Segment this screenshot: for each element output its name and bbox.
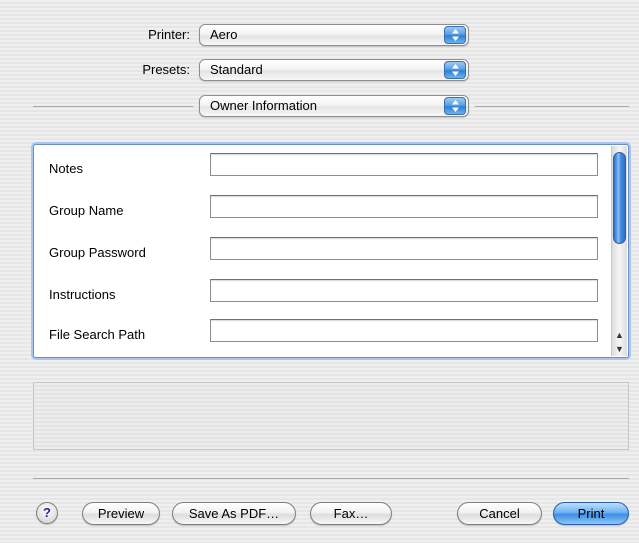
- cancel-button[interactable]: Cancel: [457, 502, 542, 525]
- printer-label: Printer:: [148, 27, 190, 42]
- presets-label: Presets:: [142, 62, 190, 77]
- field-label-notes: Notes: [49, 161, 83, 176]
- presets-popup[interactable]: Standard: [199, 59, 469, 81]
- field-label-file-search-path: File Search Path: [49, 327, 146, 342]
- scroll-up-arrow-icon[interactable]: ▲: [612, 328, 627, 342]
- save-as-pdf-button[interactable]: Save As PDF…: [172, 502, 296, 525]
- field-label-instructions: Instructions: [49, 287, 116, 302]
- popup-arrows-icon: [444, 26, 466, 44]
- print-button[interactable]: Print: [553, 502, 629, 525]
- help-button[interactable]: ?: [36, 502, 58, 524]
- group-name-field[interactable]: [210, 195, 598, 218]
- presets-popup-value: Standard: [210, 62, 263, 77]
- section-popup[interactable]: Owner Information: [199, 95, 469, 117]
- printer-popup-value: Aero: [210, 27, 238, 42]
- scrollbar-thumb[interactable]: [613, 152, 626, 244]
- printer-popup[interactable]: Aero: [199, 24, 469, 46]
- section-popup-value: Owner Information: [210, 98, 317, 113]
- panel-scrollbar[interactable]: ▲ ▼: [611, 146, 627, 356]
- scroll-down-arrow-icon[interactable]: ▼: [612, 342, 627, 356]
- popup-arrows-icon: [444, 61, 466, 79]
- section-divider-left: [33, 106, 193, 107]
- group-password-field[interactable]: [210, 237, 598, 260]
- bottom-divider: [33, 478, 629, 479]
- file-search-path-field[interactable]: [210, 319, 598, 342]
- fax-button[interactable]: Fax…: [310, 502, 392, 525]
- popup-arrows-icon: [444, 97, 466, 115]
- preview-button[interactable]: Preview: [82, 502, 160, 525]
- field-label-group-password: Group Password: [49, 245, 146, 260]
- owner-info-panel: Notes Group Name Group Password Instruct…: [33, 144, 629, 358]
- notes-field[interactable]: [210, 153, 598, 176]
- section-divider-right: [475, 106, 629, 107]
- field-label-group-name: Group Name: [49, 203, 124, 218]
- instructions-field[interactable]: [210, 279, 598, 302]
- info-area: [33, 382, 629, 450]
